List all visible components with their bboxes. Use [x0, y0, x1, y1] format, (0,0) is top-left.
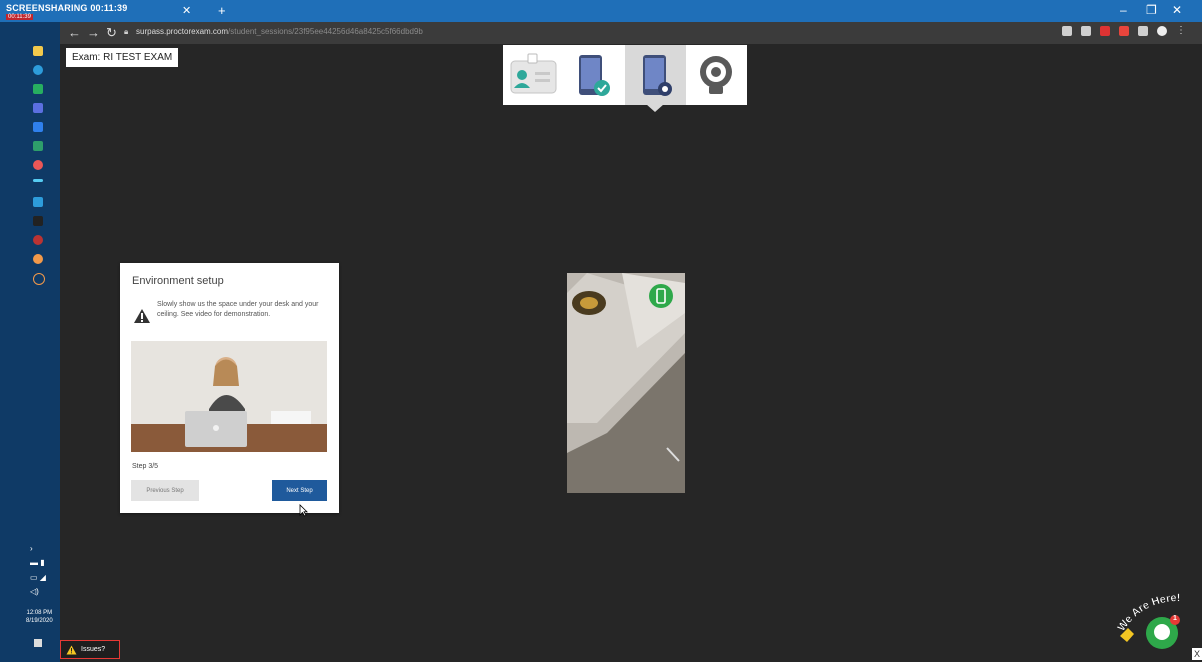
back-icon[interactable]: ← — [68, 25, 81, 40]
tab-close-icon[interactable]: ✕ — [182, 4, 191, 17]
taskbar-app-icon[interactable] — [33, 141, 43, 151]
taskbar-app-icon[interactable] — [33, 254, 43, 264]
setup-steps-toolbar — [503, 45, 747, 105]
step-progress: Step 3/5 — [132, 463, 159, 470]
volume-icon[interactable]: ◁) — [30, 587, 39, 596]
recording-timer: 00:11:39 — [6, 14, 33, 20]
step-webcam[interactable] — [686, 45, 747, 105]
clock-date: 8/19/2020 — [26, 618, 53, 624]
minimize-icon[interactable]: – — [1120, 3, 1127, 17]
modal-title: Environment setup — [132, 275, 224, 287]
taskbar-app-icon[interactable] — [33, 84, 43, 94]
star-icon[interactable] — [1081, 26, 1091, 36]
issues-label: Issues? — [81, 646, 106, 653]
menu-icon[interactable]: ⋮ — [1176, 26, 1186, 36]
new-tab-icon[interactable]: + — [218, 3, 226, 18]
taskbar-clock[interactable]: 12:08 PM 8/19/2020 — [26, 609, 53, 625]
screensharing-label: SCREENSHARING 00:11:39 — [6, 3, 128, 13]
exam-label: Exam: RI TEST EXAM — [66, 48, 179, 67]
demo-video-frame — [131, 341, 327, 452]
active-step-pointer — [646, 104, 664, 112]
id-card-icon — [510, 53, 557, 94]
extension-red-icon[interactable] — [1100, 26, 1110, 36]
extension-icons: ⋮ — [1062, 26, 1186, 36]
taskbar-app-icon[interactable] — [33, 273, 45, 285]
mouse-cursor-icon — [299, 504, 308, 517]
tray-icons[interactable]: ▬ ▮ — [30, 558, 45, 567]
chat-widget-graphic: We Are Here! — [1115, 592, 1181, 649]
taskbar: › ▬ ▮ ▭ ◢ ◁) 12:08 PM 8/19/2020 — [0, 22, 60, 662]
phone-camera-preview — [567, 273, 685, 493]
chat-widget[interactable]: We Are Here! 1 — [1115, 592, 1195, 654]
profile-icon[interactable] — [1157, 26, 1167, 36]
reload-icon[interactable]: ↻ — [106, 25, 117, 41]
taskbar-edge-icon[interactable] — [33, 65, 43, 75]
window-close-icon[interactable]: ✕ — [1172, 3, 1182, 17]
step-phone-check[interactable] — [564, 45, 625, 105]
phone-check-icon — [579, 55, 610, 96]
chevron-up-icon[interactable]: › — [30, 544, 33, 553]
taskbar-app-icon[interactable] — [33, 235, 43, 245]
environment-setup-modal: Environment setup Slowly show us the spa… — [120, 263, 339, 513]
demo-video[interactable] — [131, 341, 327, 452]
extension-proctor-icon[interactable] — [1119, 26, 1129, 36]
phone-camera-feed — [567, 273, 685, 493]
puzzle-icon[interactable] — [1138, 26, 1148, 36]
taskbar-chrome-icon[interactable] — [33, 160, 43, 170]
warning-icon — [134, 309, 150, 323]
warning-triangle-icon — [66, 645, 77, 654]
phone-connected-icon — [649, 284, 673, 308]
previous-step-button[interactable]: Previous Step — [131, 480, 199, 501]
taskbar-app-icon[interactable] — [33, 122, 43, 132]
clock-time: 12:08 PM — [26, 610, 53, 616]
restore-icon[interactable]: ❐ — [1146, 3, 1157, 17]
address-bar: ← → ↻ 🔒︎ surpass.proctorexam.com/student… — [60, 22, 1202, 44]
taskbar-app-icon[interactable] — [33, 179, 43, 182]
taskbar-app-icon[interactable] — [33, 197, 43, 207]
chat-badge: 1 — [1173, 615, 1177, 622]
browser-tabstrip: SCREENSHARING 00:11:39 00:11:39 ✕ + – ❐ … — [0, 0, 1202, 22]
screen: SCREENSHARING 00:11:39 00:11:39 ✕ + – ❐ … — [0, 0, 1202, 662]
cast-icon[interactable] — [1062, 26, 1072, 36]
issues-button[interactable]: Issues? — [60, 640, 120, 659]
modal-instructions: Slowly show us the space under your desk… — [157, 301, 319, 318]
step-id-card[interactable] — [503, 45, 564, 105]
next-step-button[interactable]: Next Step — [272, 480, 327, 501]
forward-icon[interactable]: → — [87, 25, 100, 40]
taskbar-folder-icon[interactable] — [33, 46, 43, 56]
phone-camera-icon — [643, 55, 672, 96]
url-field[interactable]: surpass.proctorexam.com/student_sessions… — [136, 27, 516, 39]
chat-close-icon[interactable]: X — [1192, 648, 1202, 660]
network-icon[interactable]: ▭ ◢ — [30, 573, 46, 582]
taskbar-app-icon[interactable] — [33, 216, 43, 226]
step-phone-camera[interactable] — [625, 45, 686, 105]
webcam-icon — [700, 56, 732, 94]
taskbar-app-icon[interactable] — [33, 103, 43, 113]
notification-icon[interactable] — [34, 639, 42, 647]
lock-icon: 🔒︎ — [124, 27, 129, 36]
